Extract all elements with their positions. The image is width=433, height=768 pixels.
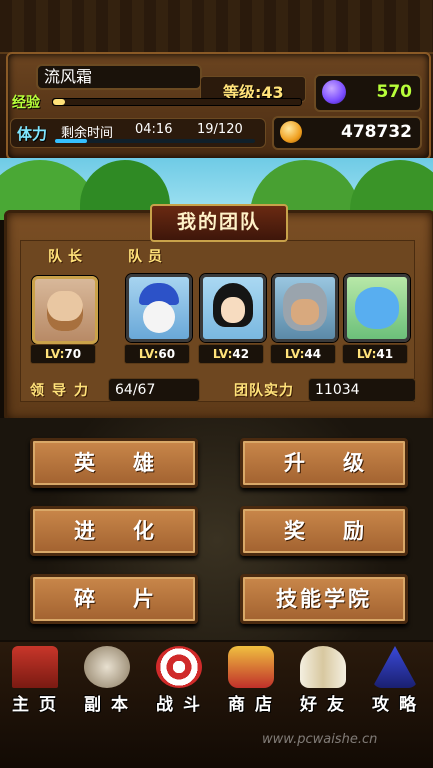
player-name: 流风霜: [44, 67, 93, 86]
leadership-value: 64/67: [115, 382, 156, 398]
member-lv-prefix-4: LV:: [356, 347, 377, 361]
gem-icon: [322, 80, 346, 104]
member-lv-value-3: 44: [304, 347, 322, 361]
gem-box[interactable]: 570: [314, 74, 422, 112]
team-power-value: 11034: [315, 382, 360, 398]
member-portrait-4[interactable]: [344, 274, 410, 342]
member-lv-value-4: 41: [376, 347, 394, 361]
nav-guide-label: 攻略: [372, 695, 426, 715]
shop-icon: [228, 646, 274, 688]
member-level-2: LV:42: [198, 344, 264, 364]
wizard-hat-icon: [372, 646, 418, 688]
coin-count: 478732: [341, 122, 412, 142]
stamina-value: 19/120: [197, 122, 243, 137]
nav-home[interactable]: 主页: [2, 646, 68, 718]
player-name-box: 流风霜: [36, 64, 202, 90]
member-lv-value-1: 60: [158, 347, 176, 361]
leader-face-icon: [47, 291, 83, 331]
stamina-bar-fill: [55, 139, 87, 143]
exp-bar: [52, 98, 302, 106]
nav-shop[interactable]: 商店: [218, 646, 284, 718]
nav-shop-label: 商店: [228, 695, 282, 715]
skill-academy-button[interactable]: 技能学院: [240, 574, 408, 624]
nav-guide[interactable]: 攻略: [362, 646, 428, 718]
header-wood-trim: [0, 0, 433, 54]
home-icon: [12, 646, 58, 688]
nav-battle-label: 战斗: [156, 695, 210, 715]
member-lv-value-2: 42: [232, 347, 250, 361]
leader-portrait[interactable]: [32, 276, 98, 344]
leadership-label: 领导力: [30, 383, 96, 399]
evolve-button[interactable]: 进化: [30, 506, 198, 556]
fragments-button[interactable]: 碎片: [30, 574, 198, 624]
member-portrait-2[interactable]: [200, 274, 266, 342]
target-icon: [156, 646, 202, 688]
leadership-value-box: 64/67: [108, 378, 200, 402]
leader-lv-value: 70: [64, 347, 82, 361]
stamina-label: 体力: [17, 125, 48, 143]
coin-icon: [280, 121, 302, 143]
member-portrait-3[interactable]: [272, 274, 338, 342]
leader-lv-prefix: LV:: [44, 347, 65, 361]
team-title: 我的团队: [150, 204, 288, 242]
leader-label: 队长: [48, 249, 88, 265]
upgrade-button[interactable]: 升级: [240, 438, 408, 488]
member-lv-prefix-3: LV:: [284, 347, 305, 361]
gem-count: 570: [376, 82, 413, 102]
stamina-row: 体力 剩余时间 04:16 19/120: [10, 118, 266, 148]
blue-creature-icon: [355, 287, 399, 329]
heroes-button[interactable]: 英雄: [30, 438, 198, 488]
nav-friends-label: 好友: [300, 695, 354, 715]
nav-dungeon-label: 副本: [84, 695, 138, 715]
team-power-label: 团队实力: [234, 383, 294, 399]
leader-level: LV:70: [30, 344, 96, 364]
nav-friends[interactable]: 好友: [290, 646, 356, 718]
member-lv-prefix-1: LV:: [138, 347, 159, 361]
stamina-bar: [55, 139, 255, 143]
exp-bar-fill: [53, 99, 66, 105]
exp-label: 经验: [12, 95, 40, 111]
coin-box[interactable]: 478732: [272, 116, 422, 150]
member-level-3: LV:44: [270, 344, 336, 364]
team-power-value-box: 11034: [308, 378, 416, 402]
nav-home-label: 主页: [12, 695, 66, 715]
nav-dungeon[interactable]: 副本: [74, 646, 140, 718]
rewards-button[interactable]: 奖励: [240, 506, 408, 556]
wings-icon: [300, 646, 346, 688]
member-level-4: LV:41: [342, 344, 408, 364]
watermark: www.pcwaishe.cn: [262, 732, 378, 747]
stamina-timer: 04:16: [135, 122, 173, 137]
member-level-1: LV:60: [124, 344, 190, 364]
member-portrait-1[interactable]: [126, 274, 192, 342]
nav-battle[interactable]: 战斗: [146, 646, 212, 718]
skull-icon: [84, 646, 130, 688]
member-lv-prefix-2: LV:: [212, 347, 233, 361]
members-label: 队员: [128, 249, 168, 265]
